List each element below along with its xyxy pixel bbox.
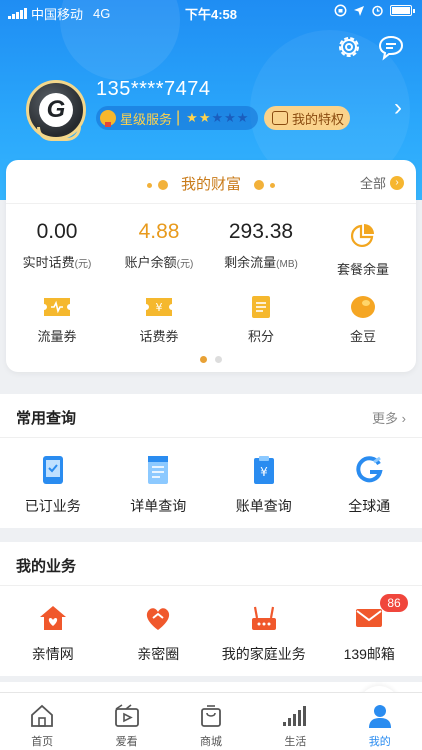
tab-shop[interactable]: 商城 (169, 693, 253, 750)
tab-home[interactable]: 首页 (0, 693, 84, 750)
star-rating: ★ ★ ★ ★ ★ (186, 110, 248, 126)
data-coupon-item[interactable]: 流量券 (6, 294, 108, 345)
gold-bean-item[interactable]: 金豆 (312, 294, 414, 345)
battery-icon (390, 5, 415, 16)
alarm-icon (372, 5, 383, 17)
shop-icon (201, 705, 221, 727)
data-coupon-icon (44, 298, 70, 316)
intimate-circle-icon (147, 608, 170, 630)
family-network-icon (39, 606, 66, 630)
tab-me[interactable]: 我的 (338, 693, 422, 750)
me-icon (368, 705, 391, 728)
mail-icon (356, 609, 383, 627)
more-link[interactable]: 更多 › (372, 408, 406, 427)
intimate-circle-item[interactable]: 亲密圈 (106, 586, 212, 664)
common-query-section: 常用查询 更多 › 已订业务 详单查询 ¥ 账单查询 全球通 (0, 394, 422, 528)
account-balance-stat[interactable]: 4.88 账户余额(元) (108, 220, 210, 278)
page-dot-active (200, 356, 207, 363)
star-service-badge[interactable]: 星级服务 | ★ ★ ★ ★ ★ (96, 106, 258, 130)
privilege-button[interactable]: 我的特权 (264, 106, 350, 130)
star-icon: ★ (186, 110, 198, 125)
star-icon: ★ (198, 110, 211, 125)
star-icon: ★ (211, 110, 224, 125)
life-icon (283, 706, 307, 726)
unread-badge: 86 (380, 594, 408, 612)
subscribed-icon (42, 456, 63, 484)
realtime-fee-stat[interactable]: 0.00 实时话费(元) (6, 220, 108, 278)
points-icon (252, 296, 270, 318)
detail-list-icon (148, 456, 169, 484)
tab-video[interactable]: 爱看 (84, 693, 168, 750)
avatar[interactable]: G (26, 80, 86, 141)
message-icon[interactable] (376, 32, 406, 62)
rotation-lock-icon (334, 4, 347, 17)
bill-query-item[interactable]: ¥ 账单查询 (211, 438, 317, 516)
page-dot (215, 356, 222, 363)
plan-balance-stat[interactable]: 套餐余量 (312, 220, 414, 278)
phone-number: 135****7474 (96, 78, 211, 100)
wealth-card: 我的财富 全部 › 0.00 实时话费(元) 4.88 账户余额(元) 293.… (6, 160, 416, 372)
global-pass-item[interactable]: 全球通 (317, 438, 422, 516)
global-brand-logo: G (39, 93, 73, 127)
tab-life[interactable]: 生活 (253, 693, 337, 750)
svg-text:¥: ¥ (156, 301, 163, 314)
my-business-section: 我的业务 亲情网 亲密圈 我的家庭业务 139邮箱 86 (0, 542, 422, 676)
settings-icon[interactable] (334, 32, 364, 62)
subscribed-business-item[interactable]: 已订业务 (0, 438, 106, 516)
svg-text:¥: ¥ (260, 465, 268, 479)
gold-bean-icon (351, 296, 375, 318)
detail-list-item[interactable]: 详单查询 (106, 438, 212, 516)
bill-icon: ¥ (253, 456, 274, 484)
chevron-right-icon[interactable]: › (394, 94, 402, 122)
privilege-label: 我的特权 (292, 111, 345, 127)
home-router-icon (251, 606, 276, 630)
video-icon (114, 704, 139, 727)
location-icon (354, 5, 364, 16)
common-query-title: 常用查询 (16, 410, 77, 427)
home-business-item[interactable]: 我的家庭业务 (211, 586, 317, 664)
medal-icon (100, 110, 116, 127)
pie-chart-icon (350, 224, 374, 248)
chevron-right-icon: › (390, 175, 404, 190)
star-service-label: 星级服务 (120, 111, 173, 127)
star-icon: ★ (224, 110, 236, 125)
fee-coupon-icon: ¥ (146, 298, 172, 316)
wealth-all-link[interactable]: 全部 › (360, 173, 404, 192)
global-icon (356, 456, 383, 483)
wealth-title: 我的财富 (6, 173, 416, 194)
star-icon: ★ (236, 110, 249, 125)
fee-coupon-item[interactable]: ¥ 话费券 (108, 294, 210, 345)
status-bar: 中国移动 4G 下午4:58 (0, 0, 422, 24)
family-network-item[interactable]: 亲情网 (0, 586, 106, 664)
points-item[interactable]: 积分 (210, 294, 312, 345)
page-indicator (6, 356, 416, 363)
bottom-tab-bar: 首页 爱看 商城 生活 我的 (0, 692, 422, 750)
remaining-data-stat[interactable]: 293.38 剩余流量(MB) (210, 220, 312, 278)
privilege-icon (272, 111, 288, 125)
home-icon (31, 704, 54, 727)
my-business-title: 我的业务 (16, 558, 77, 575)
